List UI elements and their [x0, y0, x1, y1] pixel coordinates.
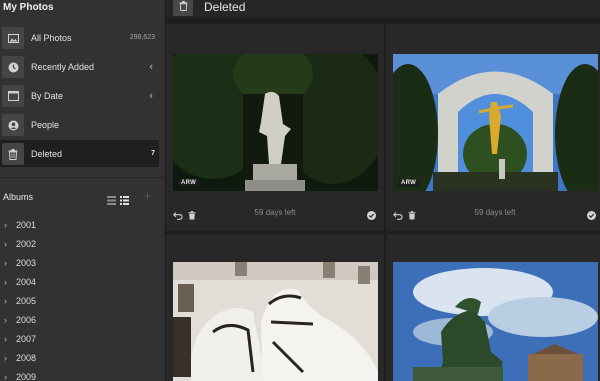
sidebar-item-count: 7 — [151, 150, 155, 157]
photo-tile[interactable] — [386, 234, 600, 381]
image-icon — [2, 27, 24, 49]
album-year-item[interactable]: › 2003 — [4, 253, 154, 272]
albums-heading: Albums — [3, 192, 34, 202]
main-content: Deleted ARW 59 days left ARW 59 days lef… — [166, 0, 600, 381]
chevron-right-icon[interactable]: › — [4, 296, 14, 306]
sidebar-item-count: 298,623 — [129, 34, 155, 41]
sidebar-item-label: Recently Added — [31, 61, 95, 72]
photo-tile[interactable] — [166, 234, 384, 381]
select-check-icon[interactable] — [367, 207, 376, 225]
photo-footer: 59 days left — [166, 204, 384, 220]
chevron-right-icon[interactable]: › — [4, 353, 14, 363]
photo-thumbnail[interactable] — [173, 262, 378, 381]
album-year-label: 2009 — [16, 371, 37, 381]
trash-button[interactable] — [173, 0, 193, 16]
chevron-right-icon[interactable]: › — [4, 277, 14, 287]
chevron-left-icon[interactable]: ‹ — [149, 90, 153, 102]
select-check-icon[interactable] — [587, 207, 596, 225]
sidebar-item-label: All Photos — [31, 32, 72, 43]
sidebar-item-label: By Date — [31, 90, 64, 101]
photos-app: My Photos All Photos 298,623 Recently Ad… — [0, 0, 600, 381]
chevron-right-icon[interactable]: › — [4, 334, 14, 344]
photo-thumbnail[interactable]: ARW — [393, 54, 598, 191]
album-year-item[interactable]: › 2004 — [4, 272, 154, 291]
chevron-right-icon[interactable]: › — [4, 372, 14, 381]
clock-icon — [2, 56, 24, 78]
album-year-label: 2007 — [16, 333, 37, 344]
page-title: Deleted — [204, 0, 246, 14]
trash-icon — [2, 143, 24, 165]
album-year-label: 2001 — [16, 219, 37, 230]
album-year-label: 2002 — [16, 238, 37, 249]
sidebar-item-all-photos[interactable]: All Photos 298,623 — [0, 24, 159, 51]
grid-view-icon[interactable] — [107, 192, 116, 210]
sidebar-item-people[interactable]: People — [0, 111, 159, 138]
sidebar-item-label: People — [31, 119, 60, 130]
days-left-label: 59 days left — [474, 208, 516, 217]
album-year-item[interactable]: › 2001 — [4, 215, 154, 234]
format-badge: ARW — [178, 179, 200, 187]
sidebar-item-recently-added[interactable]: Recently Added ‹ — [0, 53, 159, 80]
chevron-right-icon[interactable]: › — [4, 315, 14, 325]
add-album-icon[interactable]: + — [144, 190, 151, 202]
album-year-item[interactable]: › 2002 — [4, 234, 154, 253]
sidebar-divider — [0, 177, 164, 178]
album-year-label: 2006 — [16, 314, 37, 325]
sidebar-title: My Photos — [3, 2, 54, 13]
album-year-item[interactable]: › 2006 — [4, 310, 154, 329]
sidebar-item-deleted[interactable]: Deleted 7 — [0, 140, 159, 167]
photo-thumbnail[interactable] — [393, 262, 598, 381]
chevron-right-icon[interactable]: › — [4, 220, 14, 230]
sidebar: My Photos All Photos 298,623 Recently Ad… — [0, 0, 165, 381]
album-year-item[interactable]: › 2008 — [4, 348, 154, 367]
photo-tile[interactable]: ARW 59 days left — [166, 24, 384, 231]
chevron-right-icon[interactable]: › — [4, 239, 14, 249]
photo-thumbnail[interactable]: ARW — [173, 54, 378, 191]
sidebar-item-label: Deleted — [31, 148, 63, 159]
photo-footer: 59 days left — [386, 204, 600, 220]
album-year-label: 2003 — [16, 257, 37, 268]
photo-tile[interactable]: ARW 59 days left — [386, 24, 600, 231]
list-view-icon[interactable] — [120, 192, 129, 210]
chevron-right-icon[interactable]: › — [4, 258, 14, 268]
calendar-icon — [2, 85, 24, 107]
album-year-item[interactable]: › 2009 — [4, 367, 154, 381]
album-year-item[interactable]: › 2007 — [4, 329, 154, 348]
format-badge: ARW — [398, 179, 420, 187]
days-left-label: 59 days left — [254, 208, 296, 217]
toolbar: Deleted — [166, 0, 600, 17]
album-year-label: 2004 — [16, 276, 37, 287]
chevron-left-icon[interactable]: ‹ — [149, 61, 153, 73]
album-year-label: 2008 — [16, 352, 37, 363]
sidebar-item-by-date[interactable]: By Date ‹ — [0, 82, 159, 109]
person-icon — [2, 114, 24, 136]
album-year-label: 2005 — [16, 295, 37, 306]
album-year-item[interactable]: › 2005 — [4, 291, 154, 310]
